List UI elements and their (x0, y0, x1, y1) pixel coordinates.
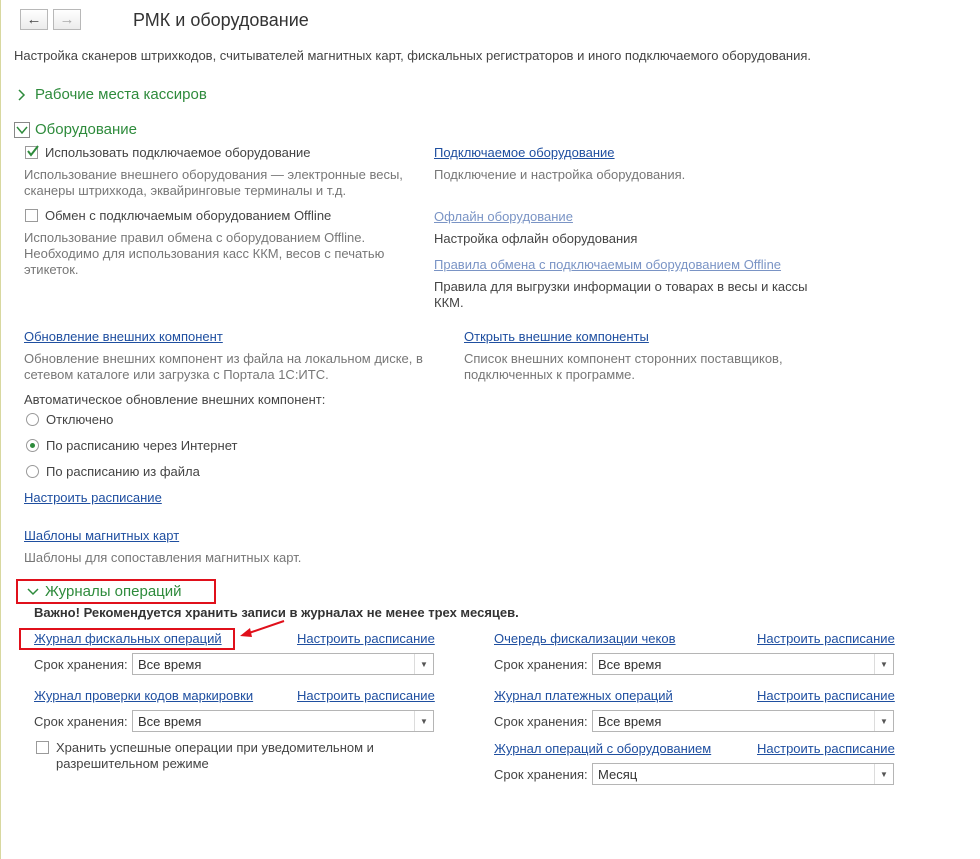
group-equipment-header[interactable]: Оборудование (14, 121, 137, 138)
offline-equipment-link[interactable]: Офлайн оборудование (434, 209, 573, 224)
marking-retention-value: Все время (138, 714, 202, 729)
keep-success-label: Хранить успешные операции при уведомител… (56, 740, 374, 771)
use-equipment-note: Использование внешнего оборудования — эл… (24, 167, 403, 198)
back-button[interactable]: ← (20, 9, 48, 30)
update-components-link[interactable]: Обновление внешних компонент (24, 329, 223, 344)
payment-retention-label: Срок хранения: (494, 714, 588, 729)
radio-disabled[interactable] (26, 413, 39, 426)
offline-equipment-note: Настройка офлайн оборудования (434, 231, 638, 246)
fiscal-retention-label: Срок хранения: (34, 657, 128, 672)
group-cashier-title: Рабочие места кассиров (35, 86, 207, 103)
radio-internet[interactable] (26, 439, 39, 452)
fiscalization-queue-schedule-link[interactable]: Настроить расписание (757, 631, 895, 646)
equipment-journal-link[interactable]: Журнал операций с оборудованием (494, 741, 711, 756)
arrow-left-icon: ← (26, 11, 42, 28)
marking-journal-schedule-link[interactable]: Настроить расписание (297, 688, 435, 703)
payment-retention-select[interactable]: Все время ▼ (592, 710, 894, 732)
components-schedule-link[interactable]: Настроить расписание (24, 490, 162, 505)
marking-retention-select[interactable]: Все время ▼ (132, 710, 434, 732)
equipment-journal-schedule-link[interactable]: Настроить расписание (757, 741, 895, 756)
magnetic-templates-note: Шаблоны для сопоставления магнитных карт… (24, 550, 302, 565)
queue-retention-label: Срок хранения: (494, 657, 588, 672)
radio-file[interactable] (26, 465, 39, 478)
dropdown-arrow-icon: ▼ (874, 764, 893, 784)
marking-retention-label: Срок хранения: (34, 714, 128, 729)
offline-exchange-checkbox[interactable] (25, 209, 38, 222)
equipment-retention-value: Месяц (598, 767, 638, 782)
radio-internet-label: По расписанию через Интернет (46, 438, 238, 453)
dropdown-arrow-icon: ▼ (414, 654, 433, 674)
update-components-note: Обновление внешних компонент из файла на… (24, 351, 423, 382)
equipment-retention-select[interactable]: Месяц ▼ (592, 763, 894, 785)
page-description: Настройка сканеров штрихкодов, считывате… (14, 48, 812, 63)
group-journals-title: Журналы операций (45, 583, 182, 600)
open-components-link[interactable]: Открыть внешние компоненты (464, 329, 649, 344)
page-title: РМК и оборудование (133, 10, 309, 30)
checkmark-icon (27, 145, 39, 157)
group-journals-header[interactable]: Журналы операций (27, 583, 182, 600)
fiscal-retention-select[interactable]: Все время ▼ (132, 653, 434, 675)
arrow-right-icon: → (59, 11, 75, 28)
use-equipment-label: Использовать подключаемое оборудование (45, 145, 311, 160)
dropdown-arrow-icon: ▼ (414, 711, 433, 731)
keep-success-checkbox[interactable] (36, 741, 49, 754)
offline-rules-note: Правила для выгрузки информации о товара… (434, 279, 808, 310)
connected-equipment-link[interactable]: Подключаемое оборудование (434, 145, 615, 160)
red-arrow-icon (240, 620, 285, 637)
window-left-border (0, 0, 1, 859)
auto-update-label: Автоматическое обновление внешних компон… (24, 392, 326, 407)
offline-rules-link[interactable]: Правила обмена с подключаемым оборудован… (434, 257, 781, 272)
fiscal-journal-link[interactable]: Журнал фискальных операций (34, 631, 222, 646)
payment-journal-link[interactable]: Журнал платежных операций (494, 688, 673, 703)
marking-journal-link[interactable]: Журнал проверки кодов маркировки (34, 688, 253, 703)
queue-retention-select[interactable]: Все время ▼ (592, 653, 894, 675)
use-equipment-checkbox[interactable] (25, 145, 39, 159)
chevron-down-icon (14, 121, 30, 138)
chevron-right-icon (18, 88, 26, 101)
equipment-retention-label: Срок хранения: (494, 767, 588, 782)
dropdown-arrow-icon: ▼ (874, 654, 893, 674)
dropdown-arrow-icon: ▼ (874, 711, 893, 731)
fiscal-retention-value: Все время (138, 657, 202, 672)
connected-equipment-note: Подключение и настройка оборудования. (434, 167, 686, 182)
group-cashier-header[interactable]: Рабочие места кассиров (17, 86, 207, 103)
magnetic-templates-link[interactable]: Шаблоны магнитных карт (24, 528, 179, 543)
chevron-down-icon (27, 587, 39, 595)
fiscal-journal-schedule-link[interactable]: Настроить расписание (297, 631, 435, 646)
offline-exchange-note: Использование правил обмена с оборудован… (24, 230, 385, 277)
payment-retention-value: Все время (598, 714, 662, 729)
open-components-note: Список внешних компонент сторонних поста… (464, 351, 783, 382)
radio-file-label: По расписанию из файла (46, 464, 200, 479)
payment-journal-schedule-link[interactable]: Настроить расписание (757, 688, 895, 703)
group-equipment-title: Оборудование (35, 121, 138, 138)
offline-exchange-label: Обмен с подключаемым оборудованием Offli… (45, 208, 332, 223)
radio-disabled-label: Отключено (46, 412, 114, 427)
forward-button[interactable]: → (53, 9, 81, 30)
queue-retention-value: Все время (598, 657, 662, 672)
fiscalization-queue-link[interactable]: Очередь фискализации чеков (494, 631, 676, 646)
